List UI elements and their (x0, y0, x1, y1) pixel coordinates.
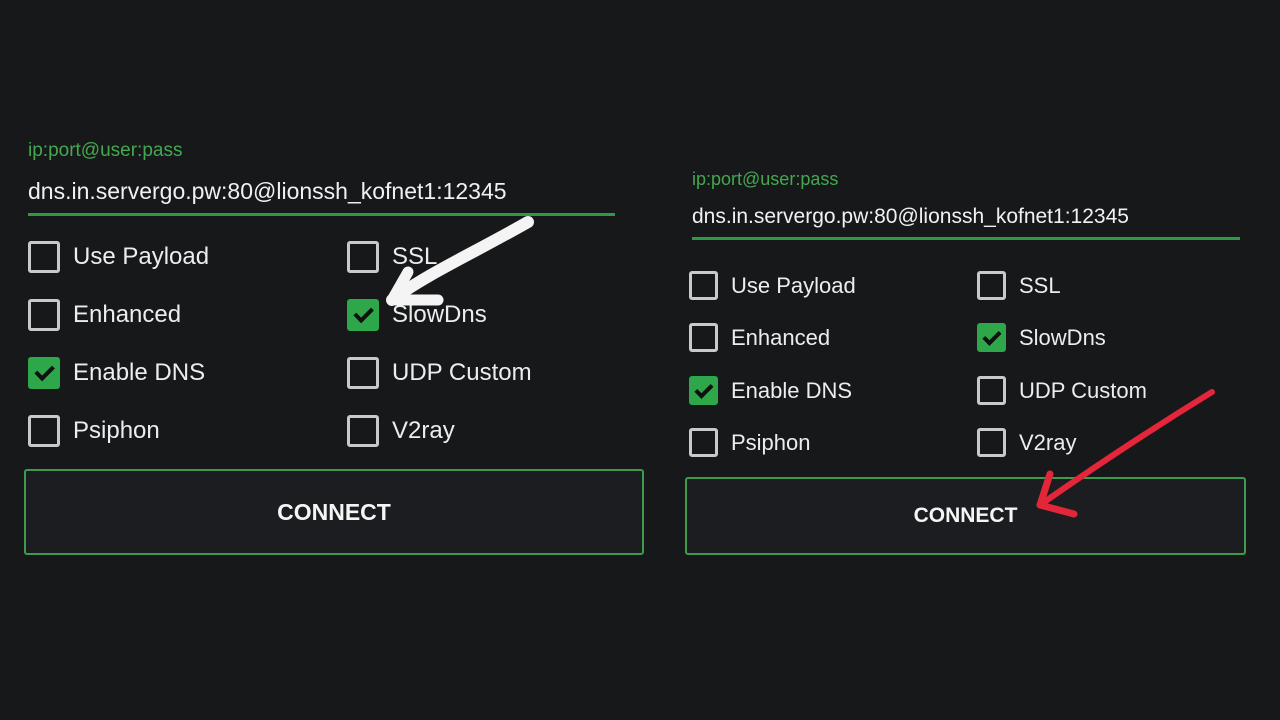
enable-dns-label: Enable DNS (731, 377, 853, 403)
v2ray-checkbox[interactable] (977, 428, 1006, 457)
option-udp-custom[interactable]: UDP Custom (977, 376, 1147, 405)
slowdns-label: SlowDns (1019, 324, 1106, 350)
option-enable-dns[interactable]: Enable DNS (28, 357, 205, 389)
enhanced-label: Enhanced (731, 324, 831, 350)
use-payload-checkbox[interactable] (28, 241, 60, 273)
psiphon-checkbox[interactable] (28, 415, 60, 447)
connect-button[interactable]: CONNECT (685, 477, 1246, 555)
udp-custom-label: UDP Custom (392, 359, 532, 386)
v2ray-label: V2ray (392, 417, 455, 444)
psiphon-checkbox[interactable] (689, 428, 718, 457)
v2ray-checkbox[interactable] (347, 415, 379, 447)
option-ssl[interactable]: SSL (347, 241, 437, 273)
option-enhanced[interactable]: Enhanced (689, 323, 830, 352)
enable-dns-checkbox[interactable] (689, 376, 718, 405)
psiphon-label: Psiphon (73, 417, 160, 444)
udp-custom-label: UDP Custom (1019, 377, 1147, 403)
udp-custom-checkbox[interactable] (977, 376, 1006, 405)
server-field-label: ip:port@user:pass (28, 140, 183, 161)
option-v2ray[interactable]: V2ray (347, 415, 455, 447)
udp-custom-checkbox[interactable] (347, 357, 379, 389)
option-enhanced[interactable]: Enhanced (28, 299, 181, 331)
enable-dns-checkbox[interactable] (28, 357, 60, 389)
option-use-payload[interactable]: Use Payload (689, 271, 856, 300)
server-field-input[interactable]: dns.in.servergo.pw:80@lionssh_kofnet1:12… (692, 205, 1240, 240)
psiphon-label: Psiphon (731, 429, 811, 455)
option-udp-custom[interactable]: UDP Custom (347, 357, 532, 389)
option-use-payload[interactable]: Use Payload (28, 241, 209, 273)
slowdns-label: SlowDns (392, 301, 487, 328)
enhanced-label: Enhanced (73, 301, 182, 328)
slowdns-checkbox[interactable] (347, 299, 379, 331)
option-v2ray[interactable]: V2ray (977, 428, 1076, 457)
use-payload-label: Use Payload (731, 272, 856, 298)
v2ray-label: V2ray (1019, 429, 1077, 455)
option-slowdns[interactable]: SlowDns (347, 299, 487, 331)
enhanced-checkbox[interactable] (28, 299, 60, 331)
server-field-input[interactable]: dns.in.servergo.pw:80@lionssh_kofnet1:12… (28, 178, 615, 216)
option-ssl[interactable]: SSL (977, 271, 1061, 300)
use-payload-label: Use Payload (73, 243, 210, 270)
option-slowdns[interactable]: SlowDns (977, 323, 1106, 352)
enable-dns-label: Enable DNS (73, 359, 206, 386)
option-enable-dns[interactable]: Enable DNS (689, 376, 852, 405)
ssl-label: SSL (1019, 272, 1061, 298)
option-psiphon[interactable]: Psiphon (689, 428, 811, 457)
slowdns-checkbox[interactable] (977, 323, 1006, 352)
ssl-checkbox[interactable] (977, 271, 1006, 300)
option-psiphon[interactable]: Psiphon (28, 415, 160, 447)
use-payload-checkbox[interactable] (689, 271, 718, 300)
server-field-label: ip:port@user:pass (692, 169, 839, 189)
ssl-checkbox[interactable] (347, 241, 379, 273)
connect-button[interactable]: CONNECT (24, 469, 644, 555)
enhanced-checkbox[interactable] (689, 323, 718, 352)
ssl-label: SSL (392, 243, 438, 270)
